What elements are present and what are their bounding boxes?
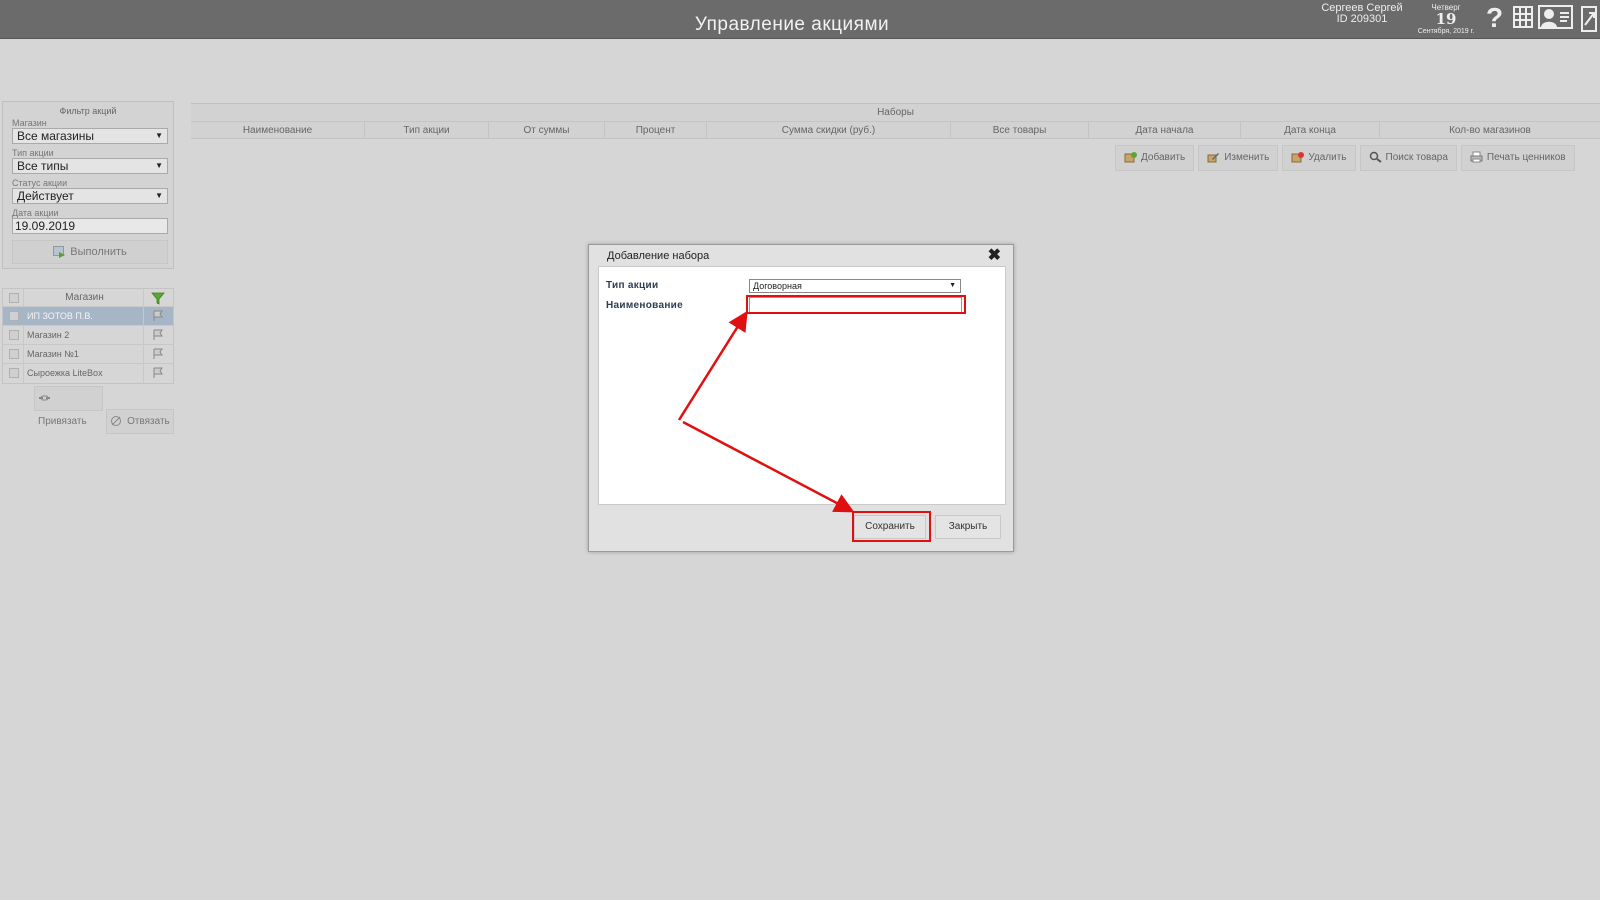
column-header[interactable]: Наименование	[191, 122, 365, 138]
edit-label: Изменить	[1224, 152, 1270, 163]
store-row[interactable]: Магазин №1	[3, 345, 173, 364]
store-name: Магазин 2	[27, 330, 70, 340]
store-filter-select[interactable]: Все магазины ▼	[12, 128, 168, 144]
store-column-header: Магазин	[65, 292, 104, 303]
unbind-button[interactable]: Отвязать	[106, 409, 175, 434]
unbind-label: Отвязать	[127, 416, 170, 427]
dropdown-arrow-icon: ▼	[949, 282, 956, 289]
dropdown-arrow-icon: ▼	[155, 131, 163, 140]
store-filter-value: Все магазины	[17, 129, 95, 143]
add-label: Добавить	[1141, 152, 1186, 163]
bind-buttons: Привязать Отвязать	[34, 386, 175, 434]
store-name: ИП ЗОТОВ П.В.	[27, 311, 93, 321]
unlink-icon	[111, 416, 122, 427]
flag-icon[interactable]	[143, 345, 171, 363]
date-filter-label: Дата акции	[12, 208, 59, 218]
date-filter-input[interactable]: 19.09.2019	[12, 218, 168, 234]
stores-table: Магазин ИП ЗОТОВ П.В. Магазин 2 Магазин …	[2, 288, 174, 384]
select-all-checkbox[interactable]	[9, 293, 19, 303]
bind-button[interactable]: Привязать	[34, 386, 103, 427]
type-filter-label: Тип акции	[12, 148, 54, 158]
filter-panel: Фильтр акций Магазин Все магазины ▼ Тип …	[2, 101, 174, 269]
printer-icon	[1470, 151, 1483, 163]
store-name: Магазин №1	[27, 349, 79, 359]
bind-label: Привязать	[38, 416, 87, 427]
flag-icon[interactable]	[143, 364, 171, 383]
delete-button[interactable]: Удалить	[1282, 145, 1356, 171]
add-button[interactable]: Добавить	[1115, 145, 1195, 171]
column-header[interactable]: Все товары	[951, 122, 1089, 138]
promo-type-value: Договорная	[753, 281, 802, 291]
edit-icon	[1207, 153, 1220, 163]
column-header[interactable]: Сумма скидки (руб.)	[707, 122, 951, 138]
add-box-icon	[1124, 152, 1137, 163]
close-icon[interactable]: ✖	[988, 248, 1001, 264]
store-row-checkbox[interactable]	[9, 311, 19, 321]
add-set-dialog: Добавление набора ✖ Тип акции Договорная…	[588, 244, 1014, 552]
user-id: ID 209301	[1336, 13, 1388, 25]
stores-table-header: Магазин	[3, 289, 173, 307]
search-product-button[interactable]: Поиск товара	[1359, 145, 1457, 171]
flag-icon[interactable]	[143, 326, 171, 344]
run-label: Выполнить	[70, 246, 127, 258]
print-tags-label: Печать ценников	[1486, 152, 1566, 163]
set-name-input[interactable]	[749, 297, 962, 313]
status-filter-select[interactable]: Действует ▼	[12, 188, 168, 204]
dialog-body: Тип акции Договорная ▼ Наименование	[598, 266, 1006, 505]
store-row[interactable]: Сыроежка LiteBox	[3, 364, 173, 383]
save-button[interactable]: Сохранить	[854, 515, 926, 539]
filter-funnel-icon[interactable]	[143, 289, 171, 306]
sets-table: Наборы Наименование Тип акции От суммы П…	[191, 103, 1600, 139]
column-header[interactable]: От суммы	[489, 122, 605, 138]
month-year: Сентября, 2019 г.	[1417, 28, 1475, 35]
column-header[interactable]: Тип акции	[365, 122, 489, 138]
column-header[interactable]: Дата конца	[1241, 122, 1380, 138]
dialog-title: Добавление набора	[607, 250, 710, 262]
delete-icon	[1291, 152, 1305, 163]
column-header[interactable]: Кол-во магазинов	[1380, 122, 1600, 138]
dropdown-arrow-icon: ▼	[155, 161, 163, 170]
store-row-checkbox[interactable]	[9, 330, 19, 340]
delete-label: Удалить	[1308, 152, 1347, 163]
day-number: 19	[1435, 10, 1457, 28]
status-filter-label: Статус акции	[12, 178, 68, 188]
close-button[interactable]: Закрыть	[935, 515, 1001, 539]
column-header[interactable]: Процент	[605, 122, 707, 138]
filter-title: Фильтр акций	[59, 106, 117, 116]
type-filter-value: Все типы	[17, 159, 69, 173]
print-tags-button[interactable]: Печать ценников	[1460, 145, 1575, 171]
user-card-icon[interactable]	[1538, 5, 1573, 29]
store-filter-label: Магазин	[12, 118, 47, 128]
flag-icon[interactable]	[143, 307, 171, 325]
top-bar: Управление акциями Сергеев Сергей ID 209…	[0, 0, 1600, 39]
grid-icon[interactable]	[1513, 5, 1533, 29]
search-icon	[1369, 152, 1382, 164]
store-row[interactable]: ИП ЗОТОВ П.В.	[3, 307, 173, 326]
store-name: Сыроежка LiteBox	[27, 368, 103, 378]
run-icon	[53, 246, 66, 259]
set-name-label: Наименование	[606, 300, 683, 311]
edit-button[interactable]: Изменить	[1198, 145, 1279, 171]
store-row-checkbox[interactable]	[9, 368, 19, 378]
promo-type-select[interactable]: Договорная ▼	[749, 279, 961, 293]
promo-type-label: Тип акции	[606, 280, 659, 291]
store-row-checkbox[interactable]	[9, 349, 19, 359]
dropdown-arrow-icon: ▼	[155, 191, 163, 200]
status-filter-value: Действует	[17, 189, 74, 203]
type-filter-select[interactable]: Все типы ▼	[12, 158, 168, 174]
sets-toolbar: Добавить Изменить Удалить Поиск товара П…	[1115, 145, 1575, 171]
column-header[interactable]: Дата начала	[1089, 122, 1241, 138]
help-icon[interactable]: ?	[1486, 2, 1503, 34]
sets-columns-header: Наименование Тип акции От суммы Процент …	[191, 121, 1600, 139]
run-button[interactable]: Выполнить	[12, 240, 168, 264]
store-row[interactable]: Магазин 2	[3, 326, 173, 345]
date-block: Четверг 19 Сентября, 2019 г.	[1408, 3, 1484, 36]
user-info: Сергеев Сергей ID 209301	[1318, 3, 1406, 25]
sets-title: Наборы	[191, 103, 1600, 121]
search-product-label: Поиск товара	[1385, 152, 1448, 163]
link-icon	[39, 395, 50, 401]
exit-icon[interactable]	[1580, 5, 1600, 33]
